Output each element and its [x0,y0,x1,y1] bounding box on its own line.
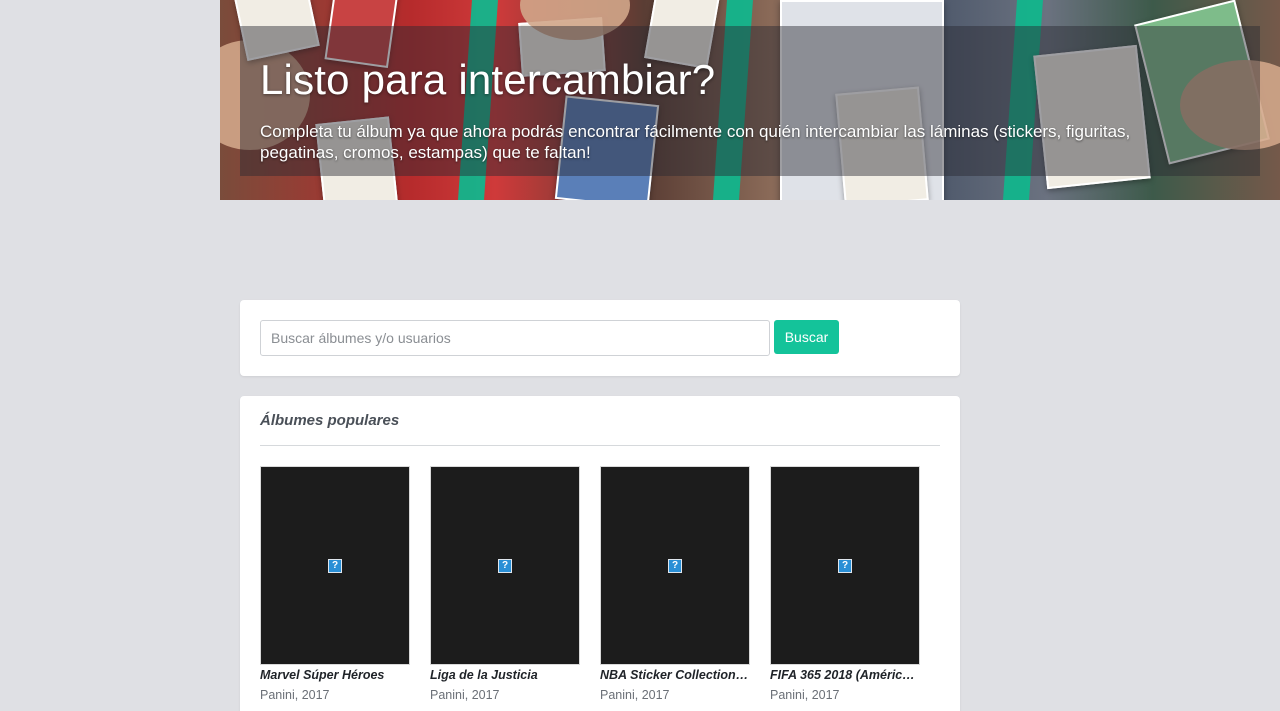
album-publisher-year: Panini, 2017 [260,688,330,702]
album-card[interactable]: ? Marvel Súper Héroes Panini, 2017 [260,466,410,703]
album-cover[interactable]: ? [600,466,750,665]
album-publisher-year: Panini, 2017 [600,688,670,702]
broken-image-icon: ? [838,559,852,573]
album-name[interactable]: Liga de la Justicia [430,667,580,683]
broken-image-icon: ? [328,559,342,573]
album-publisher-year: Panini, 2017 [430,688,500,702]
album-cover[interactable]: ? [260,466,410,665]
album-cover[interactable]: ? [770,466,920,665]
album-publisher-year: Panini, 2017 [770,688,840,702]
divider [260,445,940,446]
broken-image-icon: ? [498,559,512,573]
album-name[interactable]: FIFA 365 2018 (América Latina) [770,667,920,683]
search-panel: Buscar [240,300,960,376]
hero-banner: Listo para intercambiar? Completa tu álb… [220,0,1280,200]
hero-title: Listo para intercambiar? [260,56,716,103]
broken-image-icon: ? [668,559,682,573]
album-card[interactable]: ? FIFA 365 2018 (América Latina) Panini,… [770,466,920,703]
hero-subtitle: Completa tu álbum ya que ahora podrás en… [260,122,1131,162]
page: Listo para intercambiar? Completa tu álb… [0,0,1280,711]
album-cover[interactable]: ? [430,466,580,665]
album-card[interactable]: ? NBA Sticker Collection 2017-2018 Panin… [600,466,750,703]
search-button[interactable]: Buscar [774,320,839,354]
popular-albums-panel: Álbumes populares ? Marvel Súper Héroes … [240,396,960,711]
album-name[interactable]: Marvel Súper Héroes [260,667,410,683]
search-input[interactable] [260,320,770,356]
popular-albums-heading: Álbumes populares [260,412,400,429]
album-card[interactable]: ? Liga de la Justicia Panini, 2017 [430,466,580,703]
album-name[interactable]: NBA Sticker Collection 2017-2018 [600,667,750,683]
